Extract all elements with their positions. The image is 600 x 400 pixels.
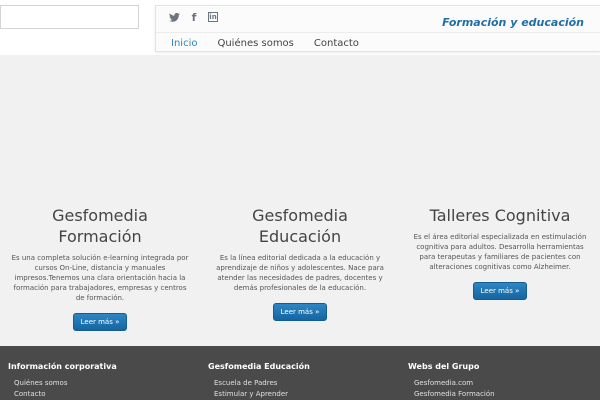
menu-item-quienes-somos[interactable]: Quiénes somos	[217, 38, 293, 49]
read-more-button[interactable]: Leer más »	[72, 313, 128, 331]
social-links: f in	[168, 10, 218, 24]
feature-description: Es el área editorial especializada en es…	[413, 233, 587, 271]
feature-title: Talleres Cognitiva	[429, 206, 571, 225]
feature-columns: Gesfomedia Formación Es una completa solu…	[0, 205, 600, 340]
feature-title: Gesfomedia Formación	[52, 206, 148, 246]
footer-heading: Gesfomedia Educación	[208, 362, 310, 371]
menu-item-contacto[interactable]: Contacto	[314, 38, 359, 49]
facebook-icon[interactable]: f	[188, 10, 200, 24]
logo[interactable]	[0, 5, 139, 29]
footer-heading: Información corporativa	[8, 362, 117, 371]
site-header: f in Formación y educación Inicio Quiéne…	[0, 0, 600, 55]
twitter-icon[interactable]	[168, 10, 180, 24]
footer-column-corporativa: Información corporativa Quiénes somos Co…	[8, 362, 188, 400]
footer-column-educacion: Gesfomedia Educación Escuela de Padres E…	[208, 362, 388, 400]
read-more-button[interactable]: Leer más »	[472, 282, 528, 300]
site-tagline: Formación y educación	[442, 16, 584, 29]
footer-link[interactable]: Quiénes somos	[14, 378, 188, 389]
feature-description: Es una completa solución e-learning inte…	[11, 254, 189, 302]
feature-column-formacion: Gesfomedia Formación Es una completa solu…	[0, 205, 200, 340]
hero-banner	[0, 58, 600, 198]
footer-column-webs: Webs del Grupo Gesfomedia.com Gesfomedia…	[408, 362, 588, 400]
footer-link[interactable]: Estimular y Aprender	[214, 389, 388, 400]
feature-column-educacion: Gesfomedia Educación Es la línea editori…	[200, 205, 400, 340]
nav-panel: f in Formación y educación Inicio Quiéne…	[155, 5, 600, 52]
feature-description: Es la línea editorial dedicada a la educ…	[216, 254, 384, 292]
read-more-button[interactable]: Leer más »	[272, 303, 328, 321]
footer-link[interactable]: Gesfomedia Formación	[414, 389, 588, 400]
feature-title: Gesfomedia Educación	[252, 206, 348, 246]
footer-heading: Webs del Grupo	[408, 362, 480, 371]
linkedin-icon[interactable]: in	[208, 12, 218, 22]
footer-link[interactable]: Gesfomedia.com	[414, 378, 588, 389]
main-menu: Inicio Quiénes somos Contacto	[156, 32, 600, 53]
footer-link[interactable]: Escuela de Padres	[214, 378, 388, 389]
footer-link[interactable]: Contacto	[14, 389, 188, 400]
feature-column-cognitiva: Talleres Cognitiva Es el área editorial …	[400, 205, 600, 340]
menu-item-inicio[interactable]: Inicio	[171, 38, 197, 49]
site-footer: Información corporativa Quiénes somos Co…	[0, 346, 600, 400]
